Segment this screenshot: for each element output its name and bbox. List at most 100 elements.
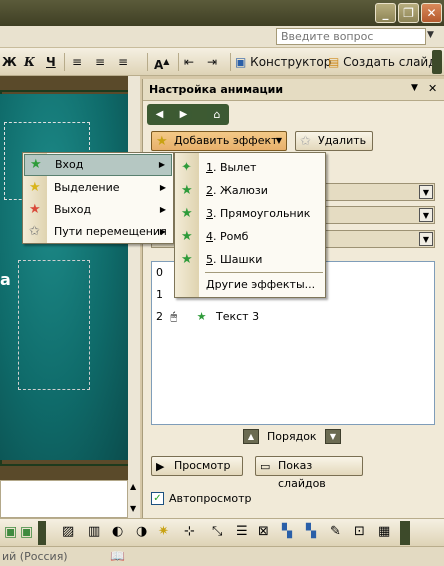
designer-button[interactable]: ▣ Конструктор [235, 53, 331, 71]
forward-arrow-icon[interactable]: ▶ [175, 106, 192, 123]
rotate-icon[interactable]: ⤡ [212, 524, 222, 539]
align-right-icon[interactable]: ≡ [118, 53, 128, 71]
animation-order-number: 0 [156, 266, 163, 279]
shape-icon[interactable]: ▣ [4, 524, 17, 540]
scroll-up-icon[interactable]: ▲ [130, 482, 136, 491]
pane-close-icon[interactable]: ✕ [428, 82, 437, 95]
menu-item-emphasis[interactable]: ★ Выделение ▶ [24, 177, 172, 199]
autopreview-label: Автопросмотр [169, 492, 252, 505]
list-item[interactable]: 0 [156, 266, 163, 279]
toolbar-handle[interactable] [38, 521, 46, 545]
pane-menu-dropdown-icon[interactable]: ▼ [411, 83, 418, 93]
formatting-toolbar: Ж К Ч ≡ ≡ ≡ A▲ ⇤ ⇥ ▣ Конструктор ▤ Созда… [0, 48, 444, 76]
help-dropdown-arrow-icon[interactable]: ▼ [427, 30, 434, 40]
menu-item-exit[interactable]: ★ Выход ▶ [24, 199, 172, 221]
remove-label: Удалить [318, 134, 367, 147]
slide-vertical-scrollbar[interactable] [128, 76, 140, 480]
transparent-icon[interactable]: ✎ [330, 524, 341, 539]
slideshow-icon: ▭ [260, 460, 271, 473]
animation-name: Текст 3 [215, 310, 260, 323]
layout-icon[interactable]: ▥ [88, 524, 100, 539]
brightness-icon[interactable]: ◑ [136, 524, 147, 539]
line-style-icon[interactable]: ☰ [236, 524, 248, 539]
help-search-input[interactable] [276, 28, 426, 45]
slide-canvas[interactable]: a [0, 94, 128, 460]
slide-editing-area: a [0, 76, 140, 480]
entrance-star-icon: ★ [30, 157, 42, 172]
menu-item-label: Выход [54, 203, 92, 216]
menu-item-label: Пути перемещения [54, 225, 167, 238]
slideshow-button[interactable]: ▭ Показ слайдов [255, 456, 363, 490]
menu-item-label: Жалюзи [220, 184, 268, 197]
menu-item-blinds[interactable]: ★ 2. Жалюзи [176, 180, 324, 202]
preview-label: Просмотр [174, 459, 231, 472]
chevron-down-icon[interactable]: ▼ [419, 232, 433, 246]
underline-button[interactable]: Ч [46, 53, 56, 71]
effects-icon[interactable]: ✷ [158, 524, 169, 539]
picture-format-icon[interactable]: ▦ [378, 524, 390, 539]
designer-label: Конструктор [250, 55, 332, 69]
toolbar-overflow-handle[interactable] [432, 50, 442, 74]
chevron-down-icon[interactable]: ▼ [419, 185, 433, 199]
preview-button[interactable]: ▶ Просмотр [151, 456, 243, 476]
decrease-indent-icon[interactable]: ⇤ [184, 53, 194, 71]
diamond-icon: ★ [181, 229, 193, 244]
shape-icon[interactable]: ▣ [20, 524, 33, 540]
autopreview-checkbox[interactable]: ✓ [151, 492, 164, 505]
home-icon[interactable]: ⌂ [207, 105, 227, 124]
menu-item-motion-paths[interactable]: ✩ Пути перемещения ▶ [24, 221, 172, 243]
increase-font-icon[interactable]: A▲ [154, 53, 169, 72]
align-center-icon[interactable]: ≡ [95, 53, 105, 71]
reset-icon[interactable]: ⊡ [354, 524, 365, 539]
crop-icon[interactable]: ⊹ [184, 524, 195, 539]
compress-icon[interactable]: ⊠ [258, 524, 269, 539]
play-icon: ▶ [156, 460, 165, 473]
notes-pane[interactable] [0, 480, 128, 518]
format-icon[interactable]: ▚ [306, 524, 316, 539]
motion-path-star-icon: ✩ [29, 224, 40, 239]
restore-button[interactable]: ❐ [398, 3, 419, 23]
menu-item-more-effects[interactable]: Другие эффекты... [176, 274, 324, 296]
content-placeholder[interactable] [18, 260, 90, 390]
chevron-down-icon[interactable]: ▼ [419, 208, 433, 222]
recolor-icon[interactable]: ▚ [282, 524, 292, 539]
close-window-button[interactable]: ✕ [421, 3, 442, 23]
exit-star-icon: ★ [29, 202, 41, 217]
list-item[interactable]: 2 🖱 ★ Текст 3 [156, 310, 416, 324]
back-arrow-icon[interactable]: ◀ [151, 106, 168, 123]
new-slide-button[interactable]: ▤ Создать слайд [328, 53, 437, 71]
submenu-arrow-icon: ▶ [159, 205, 166, 214]
bold-button[interactable]: Ж [2, 53, 17, 71]
slide-title-text: a [0, 270, 11, 289]
italic-button[interactable]: К [24, 53, 35, 71]
menu-item-fly-in[interactable]: ✦ 1. Вылет [176, 157, 324, 179]
menu-item-label: Вылет [220, 161, 257, 174]
add-effect-button[interactable]: ★ Добавить эффект ▼ [151, 131, 287, 151]
window-title-bar: _ ❐ ✕ [0, 0, 444, 26]
toolbar-handle[interactable] [400, 521, 410, 545]
menu-item-diamond[interactable]: ★ 4. Ромб [176, 226, 324, 248]
move-up-icon[interactable]: ▲ [243, 429, 259, 444]
remove-button[interactable]: ✩ Удалить [295, 131, 373, 151]
picture-icon[interactable]: ▨ [62, 524, 74, 539]
menu-item-checkerboard[interactable]: ★ 5. Шашки [176, 249, 324, 271]
move-down-icon[interactable]: ▼ [325, 429, 341, 444]
scroll-down-icon[interactable]: ▼ [130, 504, 136, 513]
toolbar-separator [178, 53, 179, 71]
contrast-icon[interactable]: ◐ [112, 524, 123, 539]
spelling-icon[interactable]: 📖 [110, 549, 125, 563]
minimize-button[interactable]: _ [375, 3, 396, 23]
notes-scrollbar[interactable]: ▲ ▼ [128, 480, 140, 518]
menu-item-label: Шашки [220, 253, 263, 266]
list-item[interactable]: 1 [156, 288, 163, 301]
increase-indent-icon[interactable]: ⇥ [207, 53, 217, 71]
mouse-click-icon: 🖱 [170, 310, 178, 323]
menu-item-box[interactable]: ★ 3. Прямоугольник [176, 203, 324, 225]
align-left-icon[interactable]: ≡ [72, 53, 82, 71]
pane-header: Настройка анимации ▼ ✕ [143, 79, 444, 101]
menu-item-number: 3 [206, 207, 213, 220]
menu-item-entrance[interactable]: ★ Вход ▶ [24, 154, 172, 176]
designer-icon: ▣ [235, 55, 247, 69]
entrance-effect-icon: ★ [196, 310, 207, 323]
animation-order-number: 1 [156, 288, 163, 301]
